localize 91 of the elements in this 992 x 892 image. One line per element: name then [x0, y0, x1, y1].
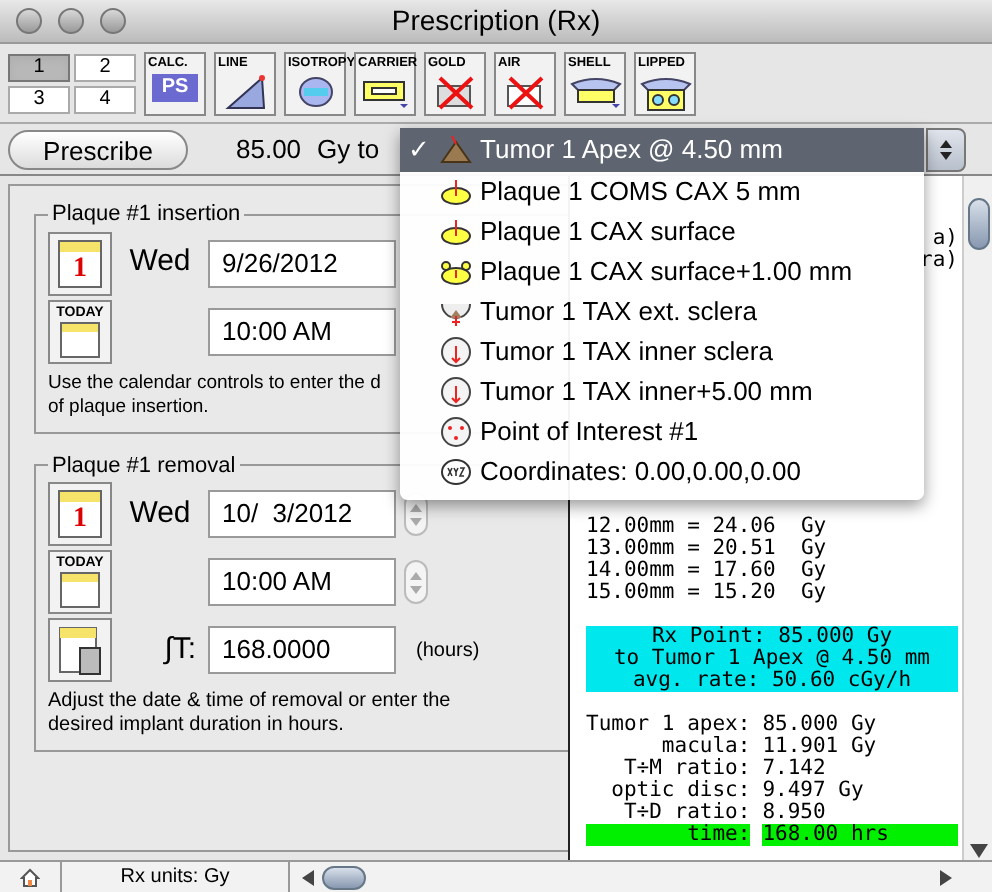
- duration-calculator-button[interactable]: [48, 618, 112, 682]
- dose-unit: Gy to: [317, 131, 380, 168]
- dose-line: 12.00mm = 24.06 Gy: [586, 516, 829, 538]
- points-circle-icon: [440, 416, 472, 448]
- date-field[interactable]: 10/ 3/2012: [208, 490, 396, 538]
- menu-item[interactable]: Tumor 1 TAX ext. sclera: [400, 292, 924, 332]
- dose-line: 13.00mm = 20.51 Gy: [586, 538, 829, 560]
- menu-item-label: Point of Interest #1: [480, 414, 699, 451]
- popup-arrows-button[interactable]: [926, 127, 966, 171]
- menu-item[interactable]: ✓ Tumor 1 Apex @ 4.50 mm: [400, 128, 924, 172]
- tumor-icon: [440, 136, 472, 164]
- summary-value: 85.000 Gy: [762, 714, 879, 736]
- xyz-circle-icon: [440, 456, 472, 488]
- view-button[interactable]: 4: [74, 85, 136, 113]
- summary-label: T÷D ratio:: [623, 802, 751, 824]
- time-field[interactable]: 10:00 AM: [208, 307, 396, 355]
- instruction-text: Use the calendar controls to enter the d of plaque insertion.: [48, 371, 381, 419]
- date-field[interactable]: 9/26/2012: [208, 239, 396, 287]
- up-down-arrows-icon: [940, 139, 952, 159]
- menu-item[interactable]: Plaque 1 CAX surface: [400, 212, 924, 252]
- duration-unit: (hours): [416, 637, 480, 665]
- crossed-out-icon: [503, 73, 547, 109]
- summary-value: 8.950: [762, 802, 828, 824]
- vertical-scrollbar[interactable]: [962, 176, 992, 860]
- menu-item-label: Plaque 1 COMS CAX 5 mm: [480, 174, 801, 211]
- window-button[interactable]: [58, 8, 84, 34]
- plaque-icon: [440, 218, 472, 246]
- summary-label: optic disc:: [609, 780, 751, 802]
- view-button[interactable]: 1: [8, 53, 70, 81]
- triangle-icon: [223, 73, 267, 109]
- menu-item-label: Coordinates: 0.00,0.00,0.00: [480, 454, 801, 491]
- summary-value: 9.497 Gy: [762, 780, 866, 802]
- menu-item-label: Tumor 1 TAX inner sclera: [480, 334, 773, 371]
- menu-item-label: Plaque 1 CAX surface: [480, 214, 736, 251]
- capsule-icon: [295, 73, 335, 109]
- crossed-out-icon: [433, 73, 477, 109]
- calendar-button[interactable]: 1: [48, 231, 112, 295]
- calc-badge: PS: [151, 73, 199, 101]
- duration-field[interactable]: 168.0000: [208, 626, 396, 674]
- eye-circle-icon: [440, 336, 472, 368]
- dose-line: 15.00mm = 15.20 Gy: [586, 582, 829, 604]
- eye-circle-icon: [440, 376, 472, 408]
- summary-value: 7.142: [762, 758, 828, 780]
- weekday-label: Wed: [127, 493, 193, 534]
- summary-label: macula:: [659, 736, 751, 758]
- report-text: ra): [920, 250, 960, 272]
- summary-label: T÷M ratio:: [621, 758, 751, 780]
- menu-item[interactable]: Tumor 1 TAX inner+5.00 mm: [400, 372, 924, 412]
- check-mark: ✓: [408, 132, 430, 169]
- window-button[interactable]: [16, 8, 42, 34]
- menu-item[interactable]: Plaque 1 COMS CAX 5 mm: [400, 172, 924, 212]
- menu-item-label: Tumor 1 Apex @ 4.50 mm: [480, 132, 783, 169]
- menu-item[interactable]: Plaque 1 CAX surface+1.00 mm: [400, 252, 924, 292]
- menu-item[interactable]: Point of Interest #1: [400, 412, 924, 452]
- report-text: a): [932, 228, 960, 250]
- menu-item[interactable]: Coordinates: 0.00,0.00,0.00: [400, 452, 924, 492]
- time-value: 168.00 hrs: [762, 824, 958, 846]
- summary-label: Tumor 1 apex:: [586, 714, 751, 736]
- menu-item-label: Tumor 1 TAX ext. sclera: [480, 294, 757, 331]
- window-button[interactable]: [100, 8, 126, 34]
- weekday-label: Wed: [127, 242, 193, 283]
- instruction-text: Adjust the date & time of removal or enter the desired implant duration in hours.: [48, 690, 453, 738]
- group-title: Plaque #1 insertion: [50, 200, 243, 230]
- house-icon: [20, 867, 40, 887]
- lipped-shell-icon: [639, 73, 691, 113]
- view-button[interactable]: 3: [8, 85, 70, 113]
- group-title: Plaque #1 removal: [50, 451, 238, 481]
- scroll-thumb[interactable]: [322, 865, 366, 889]
- rx-point-line: to Tumor 1 Apex @ 4.50 mm: [613, 648, 931, 670]
- menu-item-label: Tumor 1 TAX inner+5.00 mm: [480, 374, 813, 411]
- time-label: time:: [586, 824, 751, 846]
- rx-point-line: Rx Point: 85.000 Gy: [651, 626, 893, 648]
- scroll-thumb[interactable]: [967, 198, 989, 250]
- dose-line: 14.00mm = 17.60 Gy: [586, 560, 829, 582]
- duration-label: ∫T:: [161, 629, 198, 670]
- menu-item-label: Plaque 1 CAX surface+1.00 mm: [480, 254, 853, 291]
- scroll-right-icon[interactable]: [940, 869, 952, 885]
- rx-point-line: avg. rate: 50.60 cGy/h: [632, 670, 912, 692]
- scroll-left-icon[interactable]: [302, 869, 314, 885]
- prescribe-button[interactable]: Prescribe: [8, 129, 188, 169]
- summary-value: 11.901 Gy: [762, 736, 879, 758]
- window-title: Prescription (Rx): [391, 2, 601, 40]
- menu-item[interactable]: Tumor 1 TAX inner sclera: [400, 332, 924, 372]
- calendar-button[interactable]: 1: [48, 482, 112, 546]
- dose-value: 85.00: [236, 131, 302, 168]
- time-field[interactable]: 10:00 AM: [208, 558, 396, 606]
- shell-icon: [569, 73, 621, 109]
- plaque-icon: [440, 178, 472, 206]
- view-button[interactable]: 2: [74, 53, 136, 81]
- stepper-arrows[interactable]: [404, 560, 428, 604]
- plaque-icon: [440, 258, 472, 286]
